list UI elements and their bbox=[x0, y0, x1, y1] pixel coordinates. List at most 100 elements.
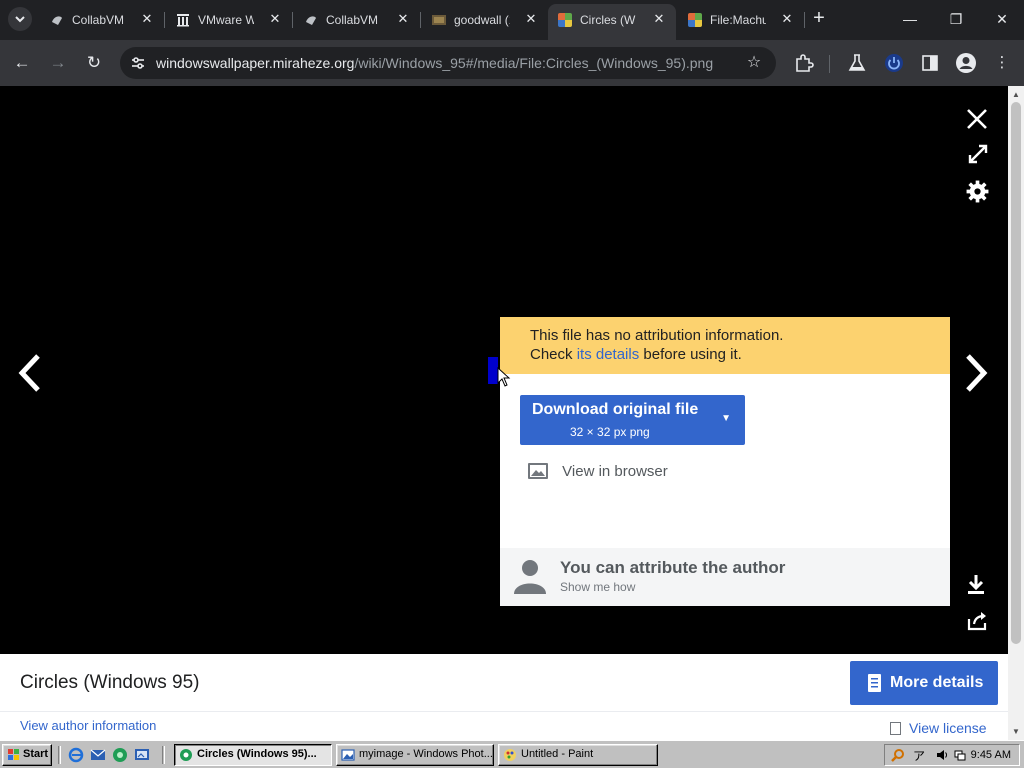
taskbar: Start Circles (Windows 95)... myimage - … bbox=[0, 740, 1024, 768]
view-in-browser-link[interactable]: View in browser bbox=[528, 463, 668, 483]
chevron-down-icon bbox=[15, 16, 25, 23]
new-tab-button[interactable]: + bbox=[808, 8, 830, 30]
document-icon bbox=[868, 674, 881, 692]
image-icon bbox=[528, 463, 548, 479]
minimize-button[interactable]: — bbox=[896, 6, 924, 32]
back-button[interactable]: ← bbox=[10, 51, 34, 75]
address-bar[interactable]: windowswallpaper.miraheze.org/wiki/Windo… bbox=[120, 47, 776, 79]
view-in-browser-label: View in browser bbox=[562, 463, 668, 480]
bookmark-star-icon[interactable]: ☆ bbox=[744, 52, 764, 72]
user-avatar-icon bbox=[514, 560, 546, 594]
view-license-link[interactable]: View license bbox=[890, 720, 987, 736]
show-me-how-link[interactable]: Show me how bbox=[560, 580, 635, 594]
attribution-panel[interactable]: You can attribute the author Show me how bbox=[500, 548, 950, 606]
scroll-up-icon[interactable]: ▲ bbox=[1012, 90, 1020, 99]
show-desktop-icon[interactable] bbox=[134, 747, 150, 763]
channel-guide-icon[interactable] bbox=[112, 747, 128, 763]
browser-tab[interactable]: VMware W ✕ bbox=[166, 4, 293, 36]
power-extension-icon[interactable] bbox=[882, 51, 906, 75]
tab-title: File:Machu bbox=[710, 13, 766, 27]
taskbar-window-label: Circles (Windows 95)... bbox=[197, 748, 317, 760]
photo-viewer-icon bbox=[341, 749, 355, 761]
kebab-menu-icon[interactable]: ⋮ bbox=[990, 51, 1014, 75]
previous-image-arrow[interactable] bbox=[10, 348, 50, 398]
restore-button[interactable]: ❐ bbox=[942, 6, 970, 32]
taskbar-window-button[interactable]: Circles (Windows 95)... bbox=[174, 744, 332, 766]
browser-tab[interactable]: File:Machu ✕ bbox=[678, 4, 805, 36]
chevron-right-icon bbox=[966, 354, 988, 392]
image-icon bbox=[432, 15, 446, 25]
fullscreen-icon[interactable] bbox=[966, 142, 990, 166]
forward-button[interactable]: → bbox=[46, 51, 70, 75]
labs-flask-icon[interactable] bbox=[845, 51, 869, 75]
outlook-express-icon[interactable] bbox=[90, 747, 106, 763]
tab-title: VMware W bbox=[198, 13, 254, 27]
internet-explorer-icon[interactable] bbox=[68, 747, 84, 763]
share-icon[interactable] bbox=[965, 609, 989, 633]
download-popup: This file has no attribution information… bbox=[500, 317, 950, 606]
vertical-scrollbar[interactable]: ▲ ▼ bbox=[1008, 86, 1024, 740]
extensions-icon[interactable] bbox=[792, 51, 816, 75]
profile-avatar-icon[interactable] bbox=[954, 51, 978, 75]
close-tab-icon[interactable]: ✕ bbox=[778, 10, 796, 28]
gear-icon[interactable] bbox=[965, 179, 990, 204]
tab-title: CollabVM S bbox=[72, 13, 128, 27]
close-tab-icon[interactable]: ✕ bbox=[138, 10, 156, 28]
file-title: Circles (Windows 95) bbox=[20, 672, 200, 693]
close-tab-icon[interactable]: ✕ bbox=[522, 10, 540, 28]
url-host: windowswallpaper.miraheze.org bbox=[156, 55, 355, 71]
volume-icon[interactable] bbox=[935, 748, 949, 762]
windows-logo-icon bbox=[8, 749, 19, 760]
download-icon[interactable] bbox=[964, 572, 988, 596]
tab-title: Circles (Win bbox=[580, 13, 636, 27]
collabvm-icon bbox=[306, 16, 316, 25]
view-license-label: View license bbox=[909, 720, 987, 736]
start-button[interactable]: Start bbox=[2, 744, 52, 766]
next-image-arrow[interactable] bbox=[956, 348, 996, 398]
view-author-link[interactable]: View author information bbox=[20, 718, 156, 733]
tab-search-button[interactable] bbox=[8, 7, 32, 31]
close-tab-icon[interactable]: ✕ bbox=[650, 10, 668, 28]
browser-tab[interactable]: CollabVM S ✕ bbox=[40, 4, 165, 36]
more-details-button[interactable]: More details bbox=[850, 661, 998, 705]
close-window-button[interactable]: ✕ bbox=[988, 6, 1016, 32]
url-path: /wiki/Windows_95#/media/File:Circles_(Wi… bbox=[354, 55, 714, 71]
tab-title: goodwall (1 bbox=[454, 13, 510, 27]
taskbar-window-button[interactable]: myimage - Windows Phot... bbox=[336, 744, 494, 766]
input-method-icon[interactable]: ア bbox=[913, 748, 927, 762]
taskbar-window-label: Untitled - Paint bbox=[521, 748, 594, 760]
download-label: Download original file bbox=[532, 401, 699, 418]
warning-line-2: Check its details before using it. bbox=[530, 346, 742, 363]
attribution-warning: This file has no attribution information… bbox=[500, 317, 950, 374]
close-icon[interactable] bbox=[964, 106, 990, 132]
wiki-icon bbox=[558, 13, 572, 27]
scroll-thumb[interactable] bbox=[1011, 102, 1021, 644]
warning-line-1: This file has no attribution information… bbox=[530, 327, 784, 344]
paint-icon bbox=[504, 749, 516, 761]
browser-tab-strip: CollabVM S ✕ VMware W ✕ CollabVM S ✕ goo… bbox=[0, 0, 1024, 40]
taskbar-window-label: myimage - Windows Phot... bbox=[359, 748, 493, 760]
browser-tab[interactable]: CollabVM S ✕ bbox=[294, 4, 421, 36]
browser-tab-active[interactable]: Circles (Win ✕ bbox=[548, 4, 676, 40]
close-tab-icon[interactable]: ✕ bbox=[266, 10, 284, 28]
start-label: Start bbox=[23, 748, 49, 760]
scroll-down-icon[interactable]: ▼ bbox=[1012, 727, 1020, 736]
download-original-button[interactable]: Download original file 32 × 32 px png ▼ bbox=[520, 395, 745, 445]
taskbar-window-button[interactable]: Untitled - Paint bbox=[498, 744, 658, 766]
search-icon[interactable] bbox=[891, 748, 905, 762]
close-tab-icon[interactable]: ✕ bbox=[394, 10, 412, 28]
side-panel-icon[interactable] bbox=[918, 51, 942, 75]
site-info-icon[interactable] bbox=[128, 53, 148, 73]
bookmark-icon bbox=[890, 722, 901, 735]
reload-button[interactable]: ↻ bbox=[82, 51, 106, 75]
chevron-left-icon bbox=[18, 354, 40, 392]
more-details-label: More details bbox=[890, 674, 984, 691]
browser-tab[interactable]: goodwall (1 ✕ bbox=[422, 4, 548, 36]
its-details-link[interactable]: its details bbox=[577, 346, 640, 363]
clock: 9:45 AM bbox=[970, 749, 1011, 761]
network-icon[interactable] bbox=[953, 748, 967, 762]
dropdown-caret-icon[interactable]: ▼ bbox=[721, 413, 731, 424]
tab-title: CollabVM S bbox=[326, 13, 382, 27]
collabvm-icon bbox=[52, 16, 62, 25]
url-text[interactable]: windowswallpaper.miraheze.org/wiki/Windo… bbox=[156, 55, 713, 71]
